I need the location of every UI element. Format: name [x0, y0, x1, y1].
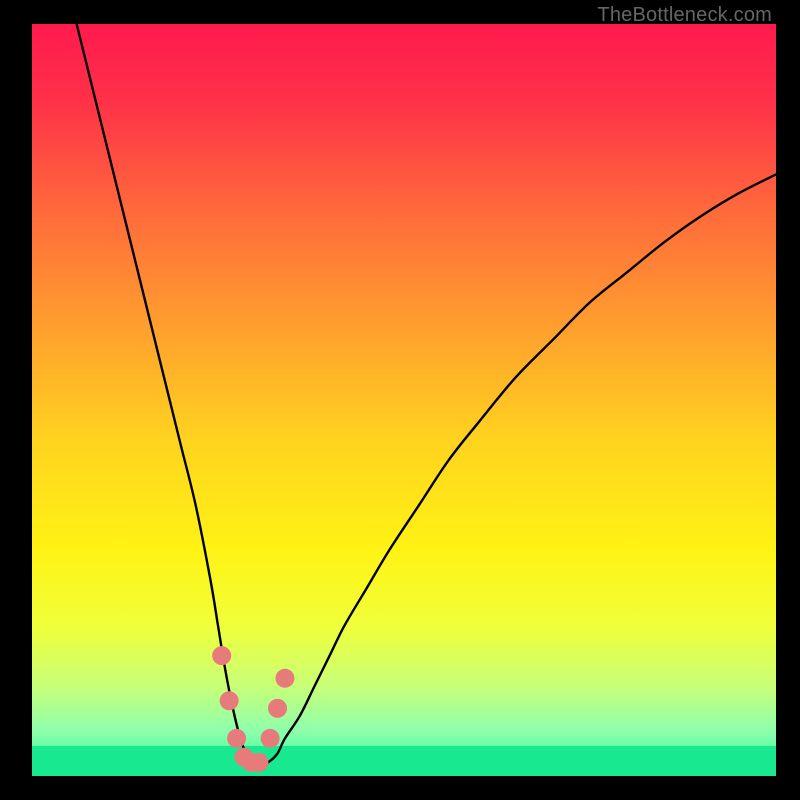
plot-area	[32, 24, 776, 776]
watermark-label: TheBottleneck.com	[597, 4, 772, 27]
chart-marker	[275, 669, 294, 688]
chart-marker	[212, 646, 231, 665]
chart-svg	[32, 24, 776, 776]
chart-marker	[268, 699, 287, 718]
chart-marker	[249, 753, 268, 772]
chart-background	[32, 24, 776, 776]
chart-marker	[261, 729, 280, 748]
chart-marker	[220, 691, 239, 710]
chart-bottom-band	[32, 746, 776, 776]
chart-frame: TheBottleneck.com	[0, 0, 800, 800]
chart-marker	[227, 729, 246, 748]
